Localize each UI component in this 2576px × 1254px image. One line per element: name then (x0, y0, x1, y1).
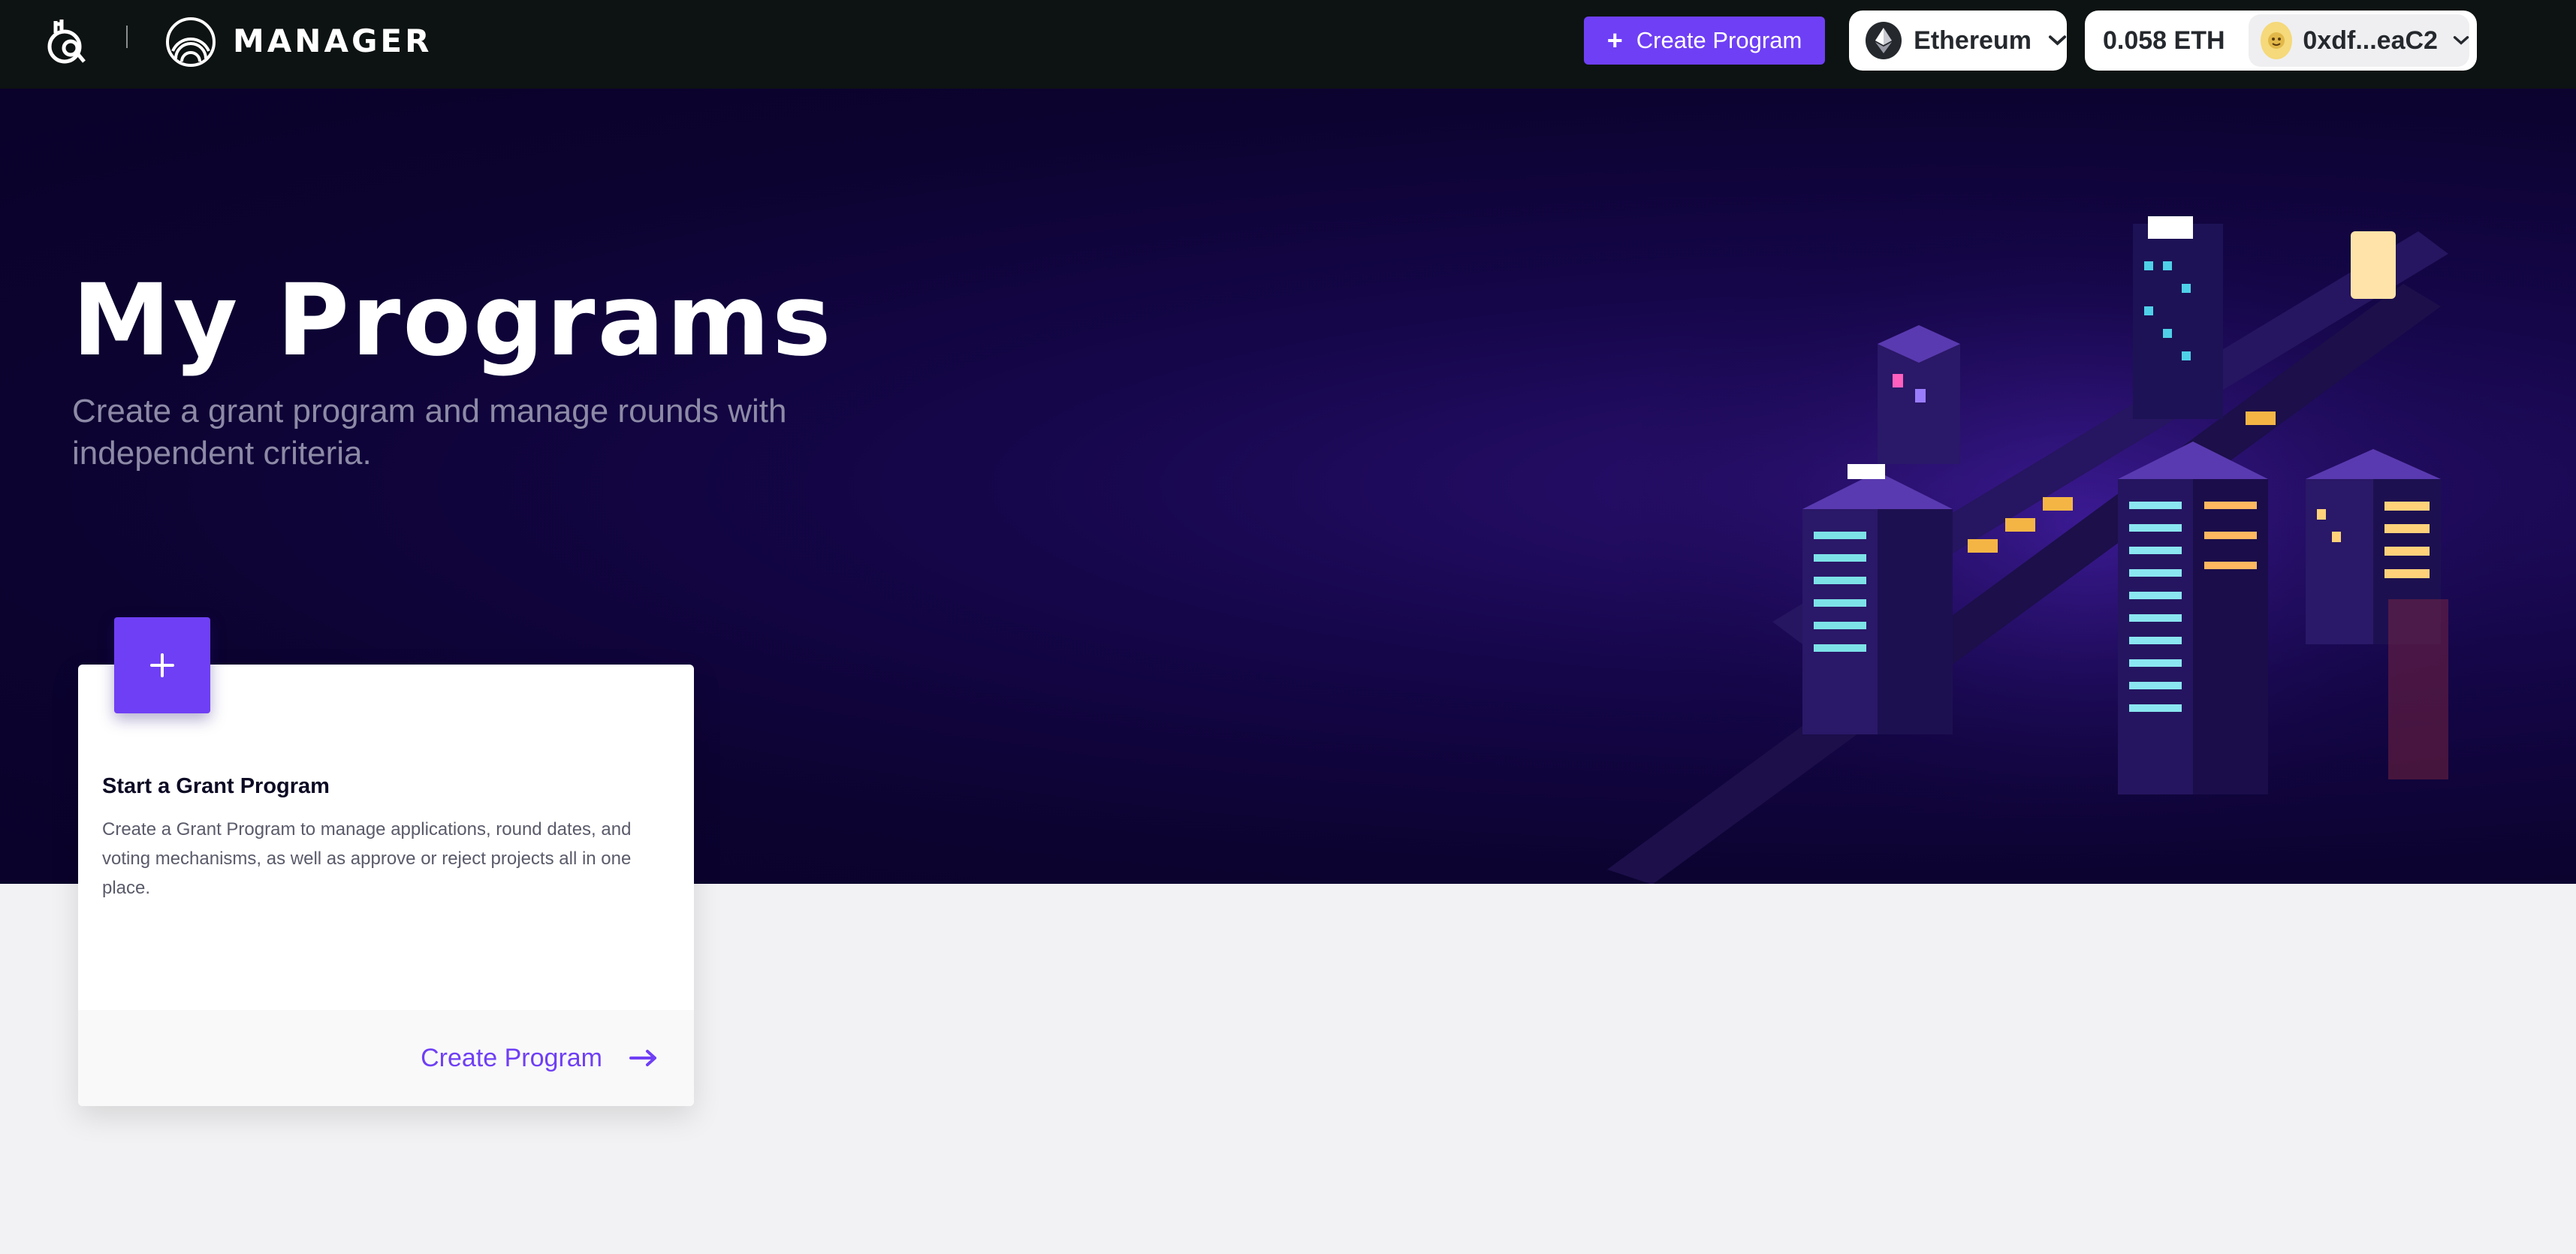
top-nav: MANAGER + Create Program Ethereum 0.058 … (0, 0, 2576, 89)
manager-logo-icon[interactable] (165, 17, 216, 68)
card-footer: Create Program (78, 1010, 694, 1106)
start-grant-program-card: Start a Grant Program Create a Grant Pro… (78, 665, 694, 1106)
chevron-down-icon (2048, 35, 2067, 46)
chevron-down-icon (2453, 36, 2469, 45)
eth-balance: 0.058 ETH (2103, 26, 2225, 55)
create-program-link[interactable]: Create Program (421, 1044, 602, 1073)
create-program-label: Create Program (1636, 27, 1802, 53)
account-address: 0xdf...eaC2 (2303, 26, 2438, 55)
ethereum-icon (1866, 22, 1902, 59)
network-label: Ethereum (1914, 26, 2032, 55)
page-subtitle: Create a grant program and manage rounds… (72, 393, 787, 472)
wallet-account: 0.058 ETH 0xdf...eaC2 (2085, 11, 2477, 71)
plus-icon (150, 653, 174, 677)
card-description: Create a Grant Program to manage applica… (102, 819, 632, 898)
arrow-right-icon[interactable] (629, 1049, 658, 1067)
create-program-button[interactable]: + Create Program (1584, 17, 1825, 65)
nav-divider (126, 26, 128, 48)
brand-name: MANAGER (233, 23, 433, 59)
gitcoin-logo-icon[interactable] (45, 17, 90, 66)
city-illustration (1607, 179, 2568, 884)
avatar (2261, 22, 2293, 59)
network-selector[interactable]: Ethereum (1849, 11, 2067, 71)
account-button[interactable]: 0xdf...eaC2 (2249, 14, 2469, 67)
page-title: My Programs (72, 263, 834, 378)
card-title: Start a Grant Program (102, 774, 330, 798)
add-program-button[interactable] (114, 617, 210, 713)
plus-icon: + (1606, 25, 1623, 56)
